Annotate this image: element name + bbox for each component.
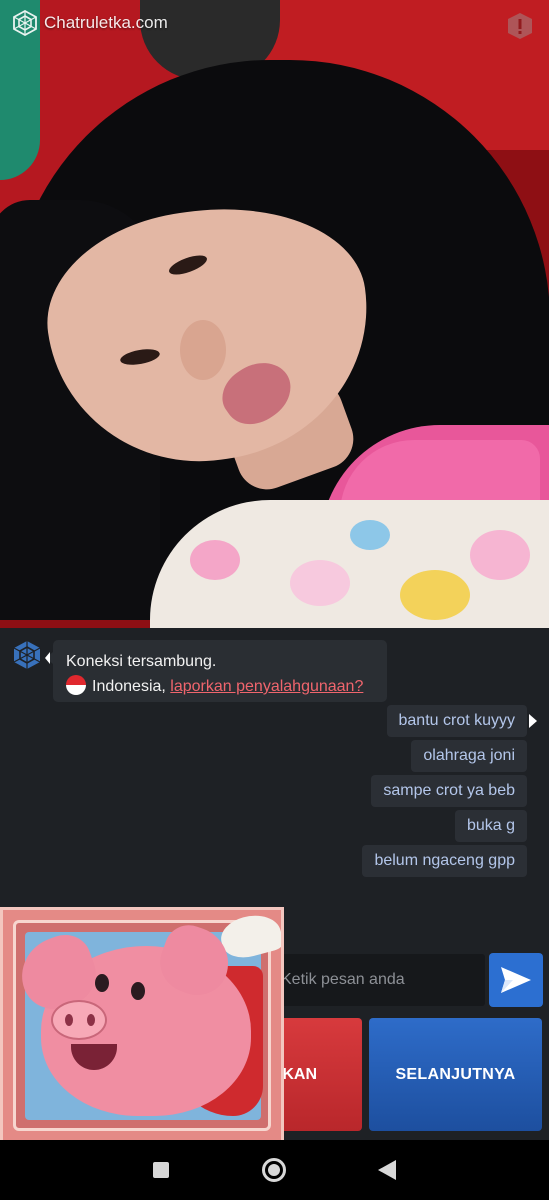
connection-status: Koneksi tersambung. — [66, 653, 217, 670]
report-abuse-link[interactable]: laporkan penyalahgunaan? — [170, 678, 363, 695]
send-button[interactable] — [489, 953, 543, 1007]
next-button[interactable]: SELANJUTNYA — [369, 1018, 542, 1131]
partner-video: Chatruletka.com — [0, 0, 549, 628]
indonesia-flag-icon — [66, 675, 86, 695]
recents-icon[interactable] — [153, 1162, 169, 1178]
system-message: Koneksi tersambung. Indonesia, laporkan … — [45, 640, 387, 702]
report-shield-icon[interactable] — [507, 12, 533, 40]
brand-name: Chatruletka.com — [44, 13, 168, 32]
system-nav-bar — [0, 1140, 549, 1200]
self-video-preview[interactable] — [0, 907, 284, 1144]
brand-logo[interactable]: Chatruletka.com — [12, 10, 168, 36]
chatruletka-logo-icon — [13, 641, 41, 669]
back-icon[interactable] — [378, 1160, 396, 1180]
partner-country: Indonesia, — [92, 678, 166, 695]
chatruletka-logo-icon — [13, 10, 37, 36]
send-arrow-icon — [501, 967, 531, 993]
message-tail-icon — [529, 714, 537, 728]
chat-message: bantu crot kuyyy — [386, 705, 527, 737]
chat-panel[interactable]: Koneksi tersambung. Indonesia, laporkan … — [0, 628, 549, 948]
app-screen: Chatruletka.com Koneksi tersambung. Indo… — [0, 0, 549, 1200]
home-icon[interactable] — [262, 1158, 286, 1182]
chat-message: belum ngaceng gpp — [362, 845, 527, 877]
chat-message: olahraga joni — [411, 740, 527, 772]
chat-message: sampe crot ya beb — [371, 775, 527, 807]
chat-message: buka g — [454, 810, 527, 842]
